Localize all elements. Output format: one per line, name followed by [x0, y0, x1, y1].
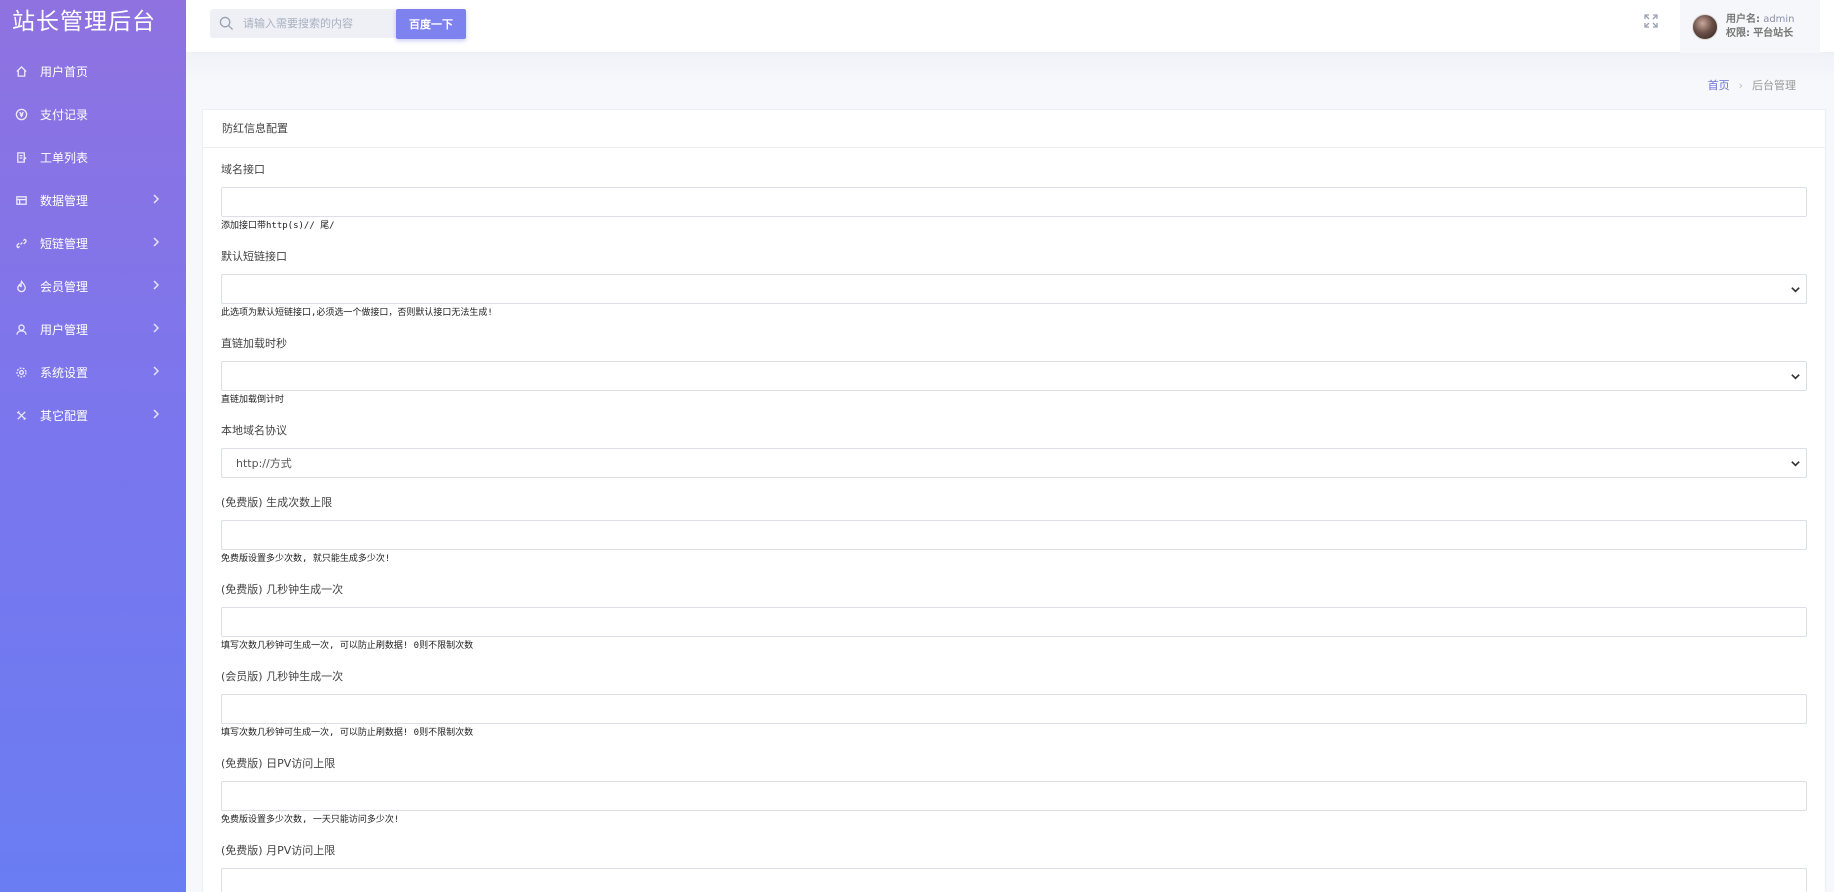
field-help: 填写次数几秒钟可生成一次, 可以防止刷数据! 0则不限制次数 [221, 728, 474, 738]
field-value: http://方式 [236, 457, 292, 470]
breadcrumb-separator: › [1738, 78, 1743, 92]
sidebar-item-member-management[interactable]: 会员管理 [0, 265, 186, 308]
sidebar-item-label: 工单列表 [40, 151, 89, 165]
field-label: (会员版) 几秒钟生成一次 [221, 670, 344, 683]
username-label: 用户名: [1726, 13, 1760, 25]
chevron-right-icon [152, 323, 160, 336]
chevron-down-icon [1790, 458, 1802, 470]
database-icon [14, 194, 28, 208]
field-label: 域名接口 [221, 163, 265, 176]
role-label: 权限: [1726, 27, 1750, 39]
field-label: 本地域名协议 [221, 424, 287, 437]
sidebar-item-label: 支付记录 [40, 108, 89, 122]
sidebar-item-user-home[interactable]: 用户首页 [0, 50, 186, 93]
search-icon [219, 16, 235, 32]
sidebar-item-data-management[interactable]: 数据管理 [0, 179, 186, 222]
direct-link-seconds-select[interactable] [221, 361, 1807, 391]
link-icon [14, 237, 28, 251]
chevron-down-icon [1790, 284, 1802, 296]
field-help: 此选项为默认短链接口,必须选一个做接口，否则默认接口无法生成! [221, 308, 493, 318]
sidebar-menu: 用户首页 支付记录 工单列表 数据管理 短链管理 会员管理 用户管理 系统设置 … [0, 50, 186, 437]
sidebar-item-label: 数据管理 [40, 194, 89, 208]
field-label: 默认短链接口 [221, 250, 287, 263]
form-field-free-generate-limit: (免费版) 生成次数上限 免费版设置多少次数, 就只能生成多少次! [221, 496, 1807, 565]
sidebar-item-shortlink-management[interactable]: 短链管理 [0, 222, 186, 265]
ticket-icon [14, 151, 28, 165]
field-help: 填写次数几秒钟可生成一次, 可以防止刷数据! 0则不限制次数 [221, 641, 474, 651]
search-button[interactable]: 百度一下 [396, 9, 466, 39]
member-generate-interval-input[interactable] [221, 694, 1807, 724]
username-value: admin [1763, 13, 1795, 25]
user-info: 用户名: admin 权限: 平台站长 [1726, 13, 1795, 41]
fullscreen-icon[interactable] [1643, 13, 1661, 31]
search-box [210, 9, 398, 38]
sidebar-item-label: 用户首页 [40, 65, 89, 79]
field-help: 免费版设置多少次数, 就只能生成多少次! [221, 554, 391, 564]
field-help: 添加接口带http(s)// 尾/ [221, 221, 335, 231]
form-field-direct-link-seconds: 直链加载时秒 直链加载倒计时 [221, 337, 1807, 406]
sidebar-item-label: 系统设置 [40, 366, 89, 380]
free-monthly-pv-limit-input[interactable] [221, 868, 1807, 892]
brand-title: 站长管理后台 [12, 9, 156, 35]
free-daily-pv-limit-input[interactable] [221, 781, 1807, 811]
avatar [1692, 13, 1718, 40]
domain-api-input[interactable] [221, 187, 1807, 217]
form-field-free-generate-interval: (免费版) 几秒钟生成一次 填写次数几秒钟可生成一次, 可以防止刷数据! 0则不… [221, 583, 1807, 652]
field-help: 直链加载倒计时 [221, 395, 285, 405]
sidebar-item-label: 会员管理 [40, 280, 89, 294]
form-field-local-domain-protocol: 本地域名协议 http://方式 [221, 424, 1807, 478]
sidebar: 站长管理后台 用户首页 支付记录 工单列表 数据管理 短链管理 会员管理 用户管… [0, 0, 186, 892]
sidebar-item-label: 用户管理 [40, 323, 89, 337]
field-label: (免费版) 日PV访问上限 [221, 757, 336, 770]
form-field-free-daily-pv-limit: (免费版) 日PV访问上限 免费版设置多少次数, 一天只能访问多少次! [221, 757, 1807, 826]
user-profile[interactable]: 用户名: admin 权限: 平台站长 [1680, 0, 1820, 53]
breadcrumb-home[interactable]: 首页 [1708, 77, 1730, 93]
main-content: 首页 › 后台管理 防红信息配置 域名接口 添加接口带http(s)// 尾/ … [186, 53, 1834, 892]
field-label: (免费版) 几秒钟生成一次 [221, 583, 344, 596]
chevron-right-icon [152, 409, 160, 422]
sidebar-item-other-config[interactable]: 其它配置 [0, 394, 186, 437]
yuan-icon [14, 108, 28, 122]
form-field-member-generate-interval: (会员版) 几秒钟生成一次 填写次数几秒钟可生成一次, 可以防止刷数据! 0则不… [221, 670, 1807, 739]
sidebar-item-user-management[interactable]: 用户管理 [0, 308, 186, 351]
chevron-right-icon [152, 194, 160, 207]
search-input[interactable] [243, 17, 393, 30]
top-bar: 百度一下 用户名: admin 权限: 平台站长 [186, 0, 1834, 53]
field-label: 直链加载时秒 [221, 337, 287, 350]
tools-icon [14, 409, 28, 423]
flame-icon [14, 280, 28, 294]
gear-icon [14, 366, 28, 380]
sidebar-item-label: 短链管理 [40, 237, 89, 251]
user-icon [14, 323, 28, 337]
card-title: 防红信息配置 [203, 110, 1825, 148]
chevron-down-icon [1790, 371, 1802, 383]
config-card: 防红信息配置 域名接口 添加接口带http(s)// 尾/ 默认短链接口 此选项… [202, 109, 1826, 892]
local-domain-protocol-select[interactable]: http://方式 [221, 448, 1807, 478]
form-field-domain-api: 域名接口 添加接口带http(s)// 尾/ [221, 163, 1807, 232]
chevron-right-icon [152, 280, 160, 293]
chevron-right-icon [152, 237, 160, 250]
form-field-free-monthly-pv-limit: (免费版) 月PV访问上限 [221, 844, 1807, 892]
free-generate-interval-input[interactable] [221, 607, 1807, 637]
home-icon [14, 65, 28, 79]
breadcrumb: 首页 › 后台管理 [1708, 77, 1796, 93]
role-value: 平台站长 [1753, 27, 1794, 39]
chevron-right-icon [152, 366, 160, 379]
default-shortlink-select[interactable] [221, 274, 1807, 304]
free-generate-limit-input[interactable] [221, 520, 1807, 550]
sidebar-item-label: 其它配置 [40, 409, 89, 423]
sidebar-item-payment-records[interactable]: 支付记录 [0, 93, 186, 136]
sidebar-item-system-settings[interactable]: 系统设置 [0, 351, 186, 394]
breadcrumb-current: 后台管理 [1752, 79, 1796, 92]
field-label: (免费版) 月PV访问上限 [221, 844, 336, 857]
field-label: (免费版) 生成次数上限 [221, 496, 333, 509]
form-field-default-shortlink-api: 默认短链接口 此选项为默认短链接口,必须选一个做接口，否则默认接口无法生成! [221, 250, 1807, 319]
sidebar-item-ticket-list[interactable]: 工单列表 [0, 136, 186, 179]
field-help: 免费版设置多少次数, 一天只能访问多少次! [221, 815, 400, 825]
